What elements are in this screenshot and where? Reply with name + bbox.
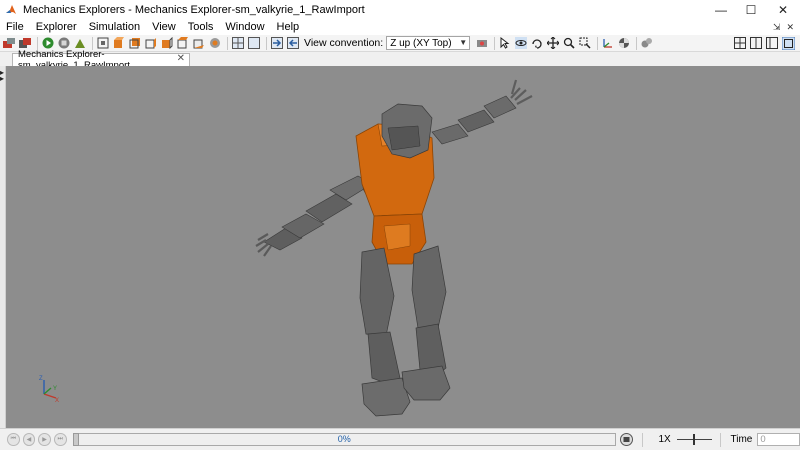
run-icon[interactable] <box>41 37 55 50</box>
progress-percent: 0% <box>337 434 351 444</box>
robot-head <box>381 103 433 159</box>
playback-progress-slider[interactable]: 0% <box>72 433 616 446</box>
maximize-button[interactable]: ☐ <box>736 0 766 20</box>
menu-help[interactable]: Help <box>272 20 305 35</box>
zoom-icon[interactable] <box>562 37 576 50</box>
time-field[interactable]: 0 <box>757 433 800 446</box>
triad-z-label: Z <box>39 376 43 382</box>
stop-icon[interactable] <box>57 37 71 50</box>
view-convention-select[interactable]: Z up (XY Top) ▼ <box>386 36 471 50</box>
playback-separator <box>719 432 721 447</box>
step-forward-icon[interactable]: ⏭ <box>53 433 67 446</box>
title-bar: Mechanics Explorers - Mechanics Explorer… <box>0 0 800 20</box>
skip-to-start-icon[interactable]: ⏮ <box>7 433 20 446</box>
tile-layout-icon[interactable] <box>733 37 747 50</box>
menu-bar: File Explorer Simulation View Tools Wind… <box>0 20 800 35</box>
fit-to-view-icon[interactable] <box>96 37 110 50</box>
update-diagram-icon[interactable] <box>73 37 87 50</box>
tab-mechanics-explorer[interactable]: Mechanics Explorer-sm_valkyrie_1_RawImpo… <box>12 49 190 71</box>
step-back-icon[interactable]: ◀ <box>22 433 36 446</box>
single-view-layout-icon[interactable] <box>247 37 261 50</box>
menu-view[interactable]: View <box>147 20 181 35</box>
toolbar-separator <box>597 36 599 50</box>
select-pointer-icon[interactable] <box>498 37 512 50</box>
pan-icon[interactable] <box>546 37 560 50</box>
view-convention-label: View convention: <box>304 37 384 49</box>
tab-close-icon[interactable]: ✕ <box>177 53 185 64</box>
coordinate-triad-icon: Z Y X <box>39 376 59 402</box>
import-frame-icon[interactable] <box>270 37 284 50</box>
window-title: Mechanics Explorers - Mechanics Explorer… <box>23 4 365 16</box>
camera-settings-icon[interactable] <box>475 37 489 50</box>
toolbar-separator <box>636 36 638 50</box>
close-button[interactable]: ✕ <box>766 0 800 20</box>
layout-buttons <box>733 36 800 50</box>
inertia-icon[interactable] <box>640 37 654 50</box>
time-label: Time <box>730 434 753 445</box>
playback-separator <box>641 432 643 447</box>
playback-speed-slider[interactable] <box>676 433 712 446</box>
sidebar-layout-icon[interactable] <box>765 37 779 50</box>
3d-viewport[interactable]: Z Y X <box>6 66 800 428</box>
playback-bar: ⏮ ◀ ▶ ⏭ 0% 1X Time 0 <box>0 428 800 450</box>
menu-window[interactable]: Window <box>220 20 269 35</box>
toolbar-separator <box>37 36 38 50</box>
document-tab-bar: Mechanics Explorer-sm_valkyrie_1_RawImpo… <box>0 49 800 71</box>
toolbar-separator <box>494 36 496 50</box>
isometric-view-icon[interactable] <box>208 37 222 50</box>
toolbar-separator <box>266 36 267 50</box>
export-frame-icon[interactable] <box>286 37 300 50</box>
maximize-view-icon[interactable] <box>781 36 795 50</box>
menu-explorer[interactable]: Explorer <box>31 20 82 35</box>
roll-icon[interactable] <box>530 37 544 50</box>
robot-right-arm <box>431 79 533 145</box>
back-view-icon[interactable] <box>128 37 142 50</box>
minimize-button[interactable]: — <box>706 0 736 20</box>
menu-tools[interactable]: Tools <box>183 20 219 35</box>
close-document-icon[interactable]: ✕ <box>786 22 794 33</box>
expand-pane-icon[interactable]: ▸ ▸ <box>0 69 4 83</box>
speed-knob[interactable] <box>692 434 695 445</box>
box-zoom-icon[interactable] <box>578 37 592 50</box>
right-view-icon[interactable] <box>160 37 174 50</box>
valkyrie-robot-model[interactable] <box>6 66 800 428</box>
toolbar-separator <box>92 36 93 50</box>
front-view-icon[interactable] <box>112 37 126 50</box>
robot-right-leg <box>401 245 451 401</box>
triad-x-label: X <box>55 398 59 402</box>
top-view-icon[interactable] <box>176 37 190 50</box>
undock-icon[interactable]: ⇲ <box>773 22 781 33</box>
menubar-controls: ⇲ ✕ <box>773 22 800 33</box>
playback-speed-label: 1X <box>658 434 671 445</box>
left-view-icon[interactable] <box>144 37 158 50</box>
center-of-mass-icon[interactable] <box>617 37 631 50</box>
chevron-down-icon: ▼ <box>459 38 468 47</box>
play-icon[interactable]: ▶ <box>38 433 51 446</box>
matlab-logo-icon <box>6 5 16 14</box>
four-view-layout-icon[interactable] <box>231 37 245 50</box>
bottom-view-icon[interactable] <box>192 37 206 50</box>
view-convention-value: Z up (XY Top) <box>390 37 452 49</box>
split-layout-icon[interactable] <box>749 37 763 50</box>
rotate-icon[interactable] <box>514 37 528 50</box>
open-model-icon[interactable] <box>2 37 16 50</box>
show-frames-icon[interactable] <box>601 37 615 50</box>
menu-simulation[interactable]: Simulation <box>84 20 145 35</box>
configure-icon[interactable] <box>18 37 32 50</box>
toolbar-separator <box>227 36 228 50</box>
triad-y-label: Y <box>53 386 57 392</box>
record-video-icon[interactable] <box>620 433 634 446</box>
robot-left-leg <box>359 247 411 417</box>
menu-file[interactable]: File <box>0 20 29 35</box>
